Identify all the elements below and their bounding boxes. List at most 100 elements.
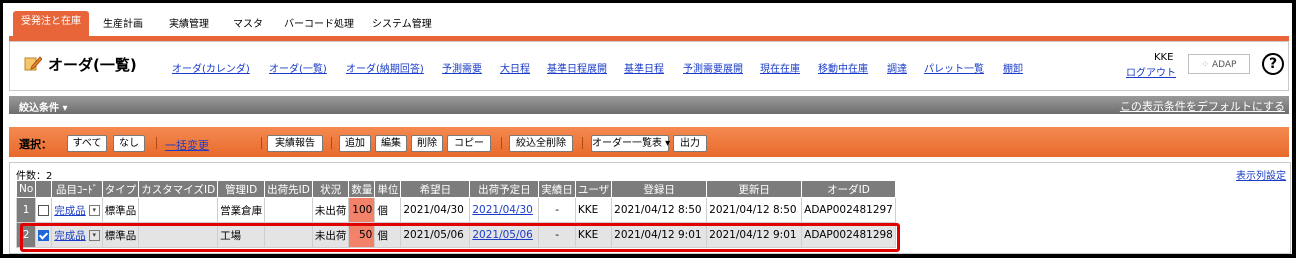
nav-current-stock[interactable]: 現在在庫 bbox=[760, 60, 800, 75]
logout-link[interactable]: ログアウト bbox=[1126, 64, 1176, 79]
nav-base-schedule-expand[interactable]: 基準日程展開 bbox=[547, 60, 607, 75]
status-cell: 未出荷 bbox=[311, 197, 350, 223]
col-header-ship-to-id[interactable]: 出荷先ID bbox=[264, 180, 313, 198]
select-none-button[interactable]: なし bbox=[113, 135, 145, 152]
table-row[interactable]: 1 完成品 ▾ 標準品 営業倉庫 未出荷 100 個 2021/04/30 202… bbox=[15, 197, 896, 223]
set-default-filter-link[interactable]: この表示条件をデフォルトにする bbox=[1120, 98, 1285, 114]
nav-forecast-demand[interactable]: 予測需要 bbox=[442, 60, 482, 75]
unit-cell: 個 bbox=[374, 197, 402, 223]
type-cell: 標準品 bbox=[101, 197, 140, 223]
planned-ship-date-link[interactable]: 2021/04/30 bbox=[469, 197, 540, 223]
col-header-actual-date[interactable]: 実績日 bbox=[538, 180, 576, 198]
nav-master-schedule[interactable]: 大日程 bbox=[500, 60, 530, 75]
toolbar-separator bbox=[331, 137, 332, 149]
nav-pallet-list[interactable]: パレット一覧 bbox=[924, 60, 984, 75]
logo-text: ADAP bbox=[1211, 60, 1237, 70]
row-number: 1 bbox=[15, 197, 37, 223]
ship-to-id-cell bbox=[264, 197, 313, 223]
col-header-unit[interactable]: 単位 bbox=[374, 180, 402, 198]
mgmt-id-cell: 工場 bbox=[217, 222, 266, 248]
item-code-link[interactable]: 完成品 bbox=[54, 205, 86, 217]
col-header-desired-date[interactable]: 希望日 bbox=[400, 180, 471, 198]
nav-in-transit-stock[interactable]: 移動中在庫 bbox=[818, 60, 868, 75]
toolbar-separator bbox=[582, 137, 583, 149]
row-select-cell[interactable] bbox=[35, 197, 53, 223]
table-row[interactable]: 2 完成品 ▾ 標準品 工場 未出荷 50 個 2021/05/06 2021/0… bbox=[15, 222, 896, 248]
result-report-button[interactable]: 実績報告 bbox=[267, 135, 323, 152]
add-button[interactable]: 追加 bbox=[339, 135, 371, 152]
col-header-qty[interactable]: 数量 bbox=[348, 180, 376, 198]
planned-ship-date-link[interactable]: 2021/05/06 bbox=[469, 222, 540, 248]
updated-cell: 2021/04/12 9:01 bbox=[706, 222, 803, 248]
page-header: オーダ(一覧) オーダ(カレンダ) オーダ(一覧) オーダ(納期回答) 予測需要… bbox=[9, 41, 1289, 91]
mgmt-id-cell: 営業倉庫 bbox=[217, 197, 266, 223]
selection-toolbar: 選択： すべて なし 一括変更 実績報告 追加 編集 削除 コピー 絞込全削除 … bbox=[9, 127, 1289, 157]
toolbar-separator bbox=[261, 137, 262, 149]
row-number: 2 bbox=[15, 222, 37, 248]
edit-document-icon bbox=[24, 56, 42, 71]
output-button[interactable]: 出力 bbox=[673, 135, 707, 152]
row-select-cell[interactable] bbox=[35, 222, 53, 248]
chevron-down-icon[interactable]: ▾ bbox=[88, 230, 100, 241]
col-header-status[interactable]: 状況 bbox=[311, 180, 350, 198]
nav-order-delivery-reply[interactable]: オーダ(納期回答) bbox=[346, 60, 424, 75]
help-icon[interactable]: ? bbox=[1262, 53, 1284, 75]
filter-label-text: 絞込条件 bbox=[19, 103, 59, 114]
logo-sparkle-icon: ⁘ bbox=[1201, 60, 1212, 70]
select-all-button[interactable]: すべて bbox=[67, 135, 107, 152]
tab-production-plan[interactable]: 生産計画 bbox=[103, 15, 143, 30]
col-header-mgmt-id[interactable]: 管理ID bbox=[217, 180, 266, 198]
col-header-item-code[interactable]: 品目ｺｰﾄﾞ bbox=[51, 180, 103, 198]
created-cell: 2021/04/12 9:01 bbox=[611, 222, 708, 248]
table-header-row: No 品目ｺｰﾄﾞ タイプ カスタマイズID 管理ID 出荷先ID 状況 数量 … bbox=[15, 180, 896, 198]
updated-cell: 2021/04/12 8:50 bbox=[706, 197, 803, 223]
nav-order-list[interactable]: オーダ(一覧) bbox=[269, 60, 327, 75]
selection-label: 選択： bbox=[19, 138, 52, 151]
qty-cell: 50 bbox=[348, 222, 376, 248]
col-header-customize-id[interactable]: カスタマイズID bbox=[138, 180, 219, 198]
chevron-down-icon: ▾ bbox=[662, 138, 671, 149]
col-header-created[interactable]: 登録日 bbox=[611, 180, 708, 198]
tab-master[interactable]: マスタ bbox=[233, 15, 263, 30]
edit-button[interactable]: 編集 bbox=[375, 135, 407, 152]
copy-button[interactable]: コピー bbox=[447, 135, 491, 152]
tab-orders-inventory[interactable]: 受発注と在庫 bbox=[13, 11, 89, 36]
col-header-order-id[interactable]: オーダID bbox=[801, 180, 896, 198]
ship-to-id-cell bbox=[264, 222, 313, 248]
col-header-user[interactable]: ユーザ bbox=[574, 180, 613, 198]
nav-forecast-expand[interactable]: 予測需要展開 bbox=[683, 60, 743, 75]
col-header-checkbox bbox=[35, 180, 53, 198]
order-list-panel: 件数：2 表示列設定 No 品目ｺｰﾄﾞ タイプ カスタマイズID 管理ID 出… bbox=[9, 162, 1291, 254]
item-code-link[interactable]: 完成品 bbox=[54, 230, 86, 242]
clear-filters-button[interactable]: 絞込全削除 bbox=[509, 135, 573, 152]
expand-toggle-icon[interactable]: ▾ bbox=[62, 103, 67, 114]
nav-stocktaking[interactable]: 棚卸 bbox=[1003, 60, 1023, 75]
customize-id-cell bbox=[138, 222, 219, 248]
item-code-cell[interactable]: 完成品 ▾ bbox=[51, 197, 103, 223]
order-id-cell: ADAP002481298 bbox=[801, 222, 896, 248]
delete-button[interactable]: 削除 bbox=[411, 135, 443, 152]
tab-barcode[interactable]: バーコード処理 bbox=[284, 15, 354, 30]
chevron-down-icon[interactable]: ▾ bbox=[88, 205, 100, 216]
col-header-planned-ship-date[interactable]: 出荷予定日 bbox=[469, 180, 540, 198]
nav-order-calendar[interactable]: オーダ(カレンダ) bbox=[172, 60, 250, 75]
nav-procurement[interactable]: 調達 bbox=[887, 60, 907, 75]
bulk-change-link[interactable]: 一括変更 bbox=[165, 137, 209, 153]
user-cell: KKE bbox=[574, 197, 613, 223]
col-header-type[interactable]: タイプ bbox=[101, 180, 140, 198]
tab-system[interactable]: システム管理 bbox=[372, 15, 432, 30]
customize-id-cell bbox=[138, 197, 219, 223]
nav-base-schedule[interactable]: 基準日程 bbox=[624, 60, 664, 75]
order-id-cell: ADAP002481297 bbox=[801, 197, 896, 223]
filter-bar[interactable]: 絞込条件 ▾ この表示条件をデフォルトにする bbox=[9, 96, 1289, 114]
col-header-updated[interactable]: 更新日 bbox=[706, 180, 803, 198]
tab-results[interactable]: 実績管理 bbox=[169, 15, 209, 30]
view-select-dropdown[interactable]: オーダー一覧表 ▾ bbox=[591, 135, 671, 152]
col-header-no[interactable]: No bbox=[15, 180, 37, 198]
item-code-cell[interactable]: 完成品 ▾ bbox=[51, 222, 103, 248]
row-checkbox[interactable] bbox=[38, 204, 50, 216]
filter-label[interactable]: 絞込条件 ▾ bbox=[19, 99, 68, 114]
row-checkbox[interactable] bbox=[38, 229, 50, 241]
unit-cell: 個 bbox=[374, 222, 402, 248]
column-settings-link[interactable]: 表示列設定 bbox=[1236, 167, 1286, 182]
